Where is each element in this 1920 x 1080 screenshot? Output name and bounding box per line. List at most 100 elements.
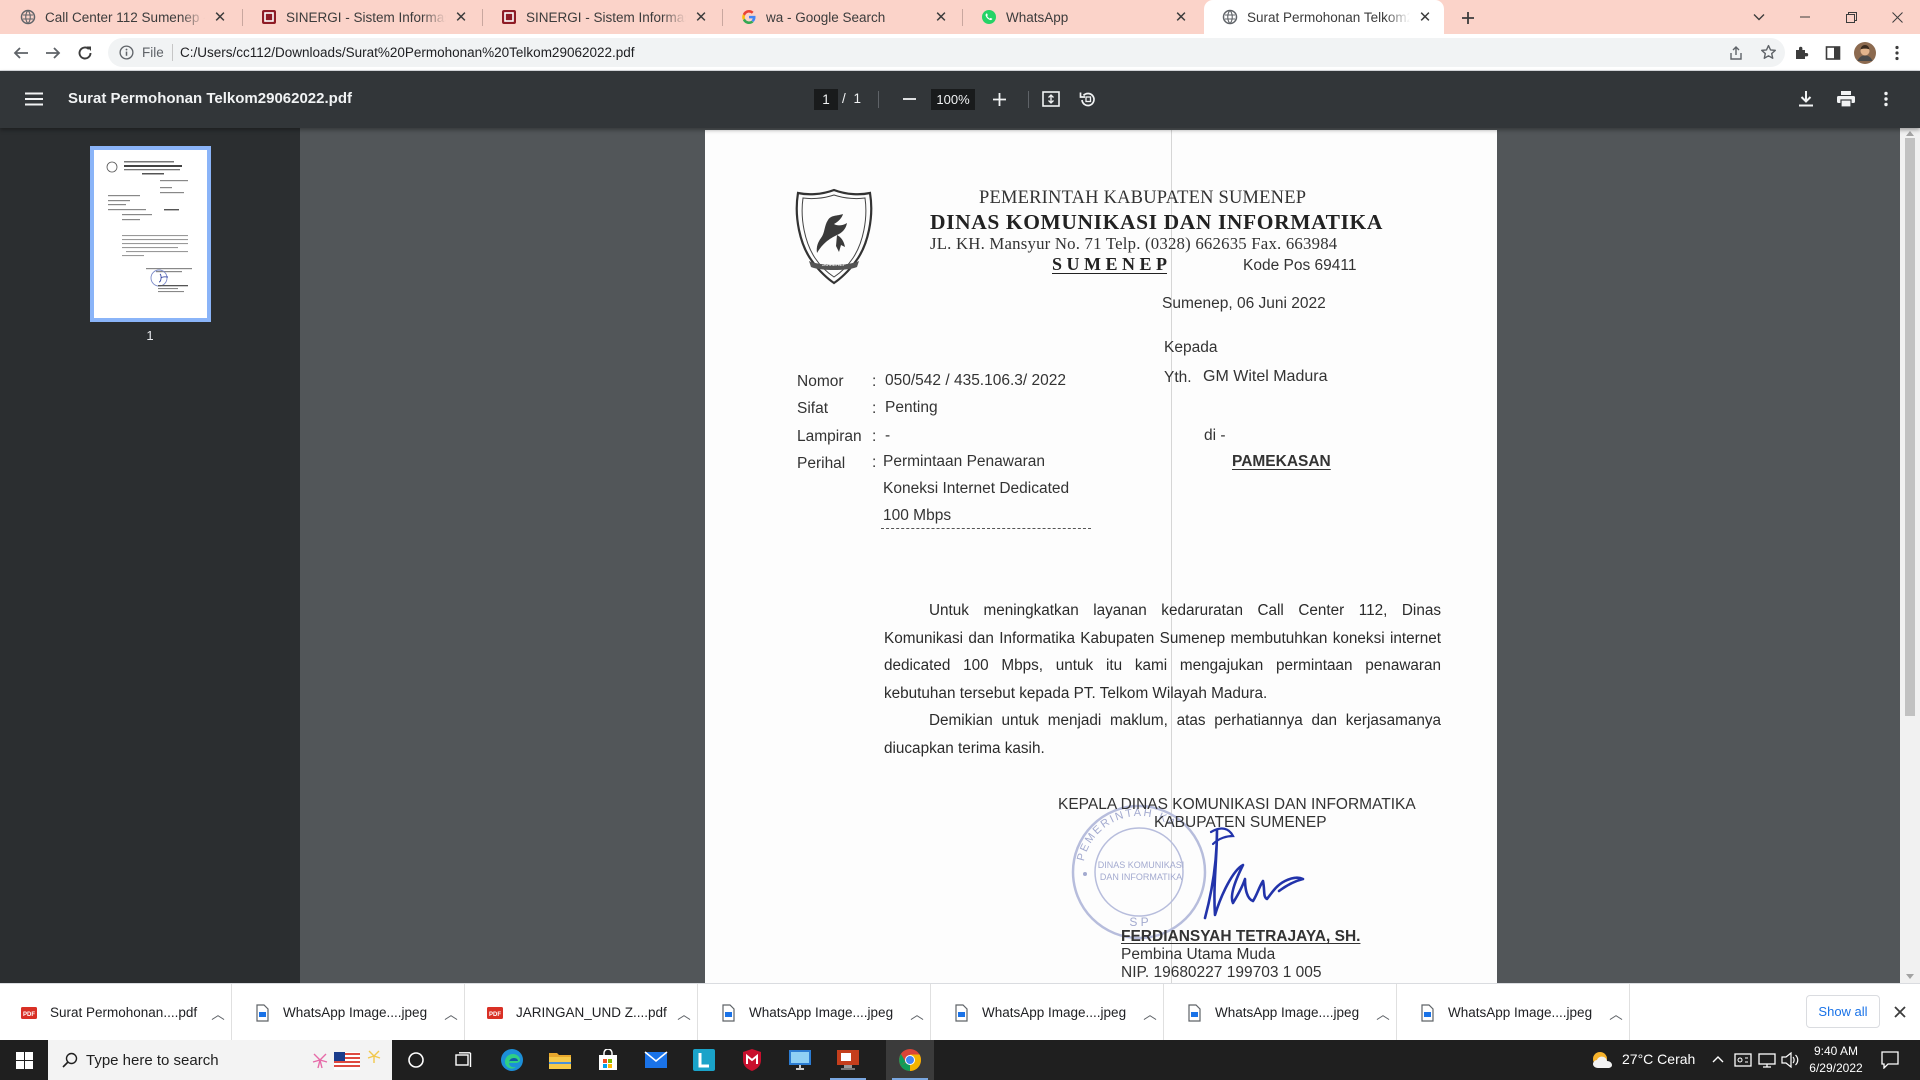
new-tab-button[interactable] [1455,5,1481,31]
download-item[interactable]: WhatsApp Image....jpeg ︿ [1165,984,1397,1041]
tab-google-search[interactable]: wa - Google Search ✕ [723,0,960,34]
scrollbar-thumb[interactable] [1905,138,1915,716]
tab-sinergi-1[interactable]: SINERGI - Sistem Informasi Kinerja ✕ [243,0,480,34]
download-button[interactable] [1790,83,1822,115]
reload-button[interactable] [72,40,98,66]
download-item[interactable]: WhatsApp Image....jpeg ︿ [699,984,931,1041]
chevron-up-icon[interactable]: ︿ [1603,1003,1629,1023]
tab-sinergi-2[interactable]: SINERGI - Sistem Informasi Kinerja ✕ [483,0,720,34]
chevron-up-icon[interactable]: ︿ [671,1003,697,1023]
tab-search-button[interactable] [1736,0,1782,34]
page-number-input[interactable]: 1 [814,89,838,110]
extensions-button[interactable] [1789,40,1815,66]
page-thumbnail[interactable] [90,146,211,322]
page-count: / 1 [842,91,862,106]
cortana-button[interactable] [392,1040,440,1080]
info-icon[interactable] [119,45,134,60]
zoom-level-input[interactable]: 100% [931,89,975,110]
zoom-out-button[interactable] [893,83,925,115]
taskbar-file-explorer[interactable] [536,1040,584,1080]
chevron-up-icon[interactable]: ︿ [205,1003,231,1023]
back-button[interactable] [8,40,34,66]
speaker-volume-icon[interactable] [1781,1052,1799,1068]
close-window-button[interactable] [1874,0,1920,34]
start-button[interactable] [0,1040,48,1080]
tab-pdf-active[interactable]: Surat Permohonan Telkom29062022.pdf ✕ [1204,0,1444,34]
network-icon[interactable] [1758,1052,1776,1068]
arrow-right-icon [46,47,61,59]
bookmark-star-icon[interactable] [1760,44,1777,61]
scroll-up-arrow-icon[interactable] [1906,131,1914,136]
rotate-icon [1079,92,1095,107]
minimize-button[interactable] [1782,0,1828,34]
close-tab-icon[interactable]: ✕ [1172,8,1190,26]
taskbar-clock[interactable]: 9:40 AM 6/29/2022 [1800,1043,1872,1077]
task-view-button[interactable] [440,1040,488,1080]
chevron-up-icon[interactable]: ︿ [1370,1003,1396,1023]
chrome-menu-button[interactable] [1884,40,1910,66]
touch-keyboard-icon[interactable] [1734,1052,1752,1068]
taskbar-mcafee[interactable] [728,1040,776,1080]
vertical-scrollbar[interactable] [1900,128,1920,983]
pdf-menu-button[interactable] [18,83,50,115]
plus-icon [992,92,1006,106]
download-item[interactable]: WhatsApp Image....jpeg ︿ [1398,984,1630,1041]
taskbar-remote-desktop[interactable] [776,1040,824,1080]
pdf-viewer-area[interactable]: SUMENEP PEMERINTAH KABUPATEN SUMENEP DIN… [300,128,1900,983]
download-item[interactable]: WhatsApp Image....jpeg ︿ [233,984,465,1041]
download-item[interactable]: WhatsApp Image....jpeg ︿ [932,984,1164,1041]
url-text[interactable]: C:/Users/cc112/Downloads/Surat%20Permoho… [180,45,635,60]
scroll-down-arrow-icon[interactable] [1906,974,1914,979]
letterhead-line2: DINAS KOMUNIKASI DAN INFORMATIKA [930,210,1383,234]
fit-page-icon [1042,91,1060,107]
show-all-downloads-button[interactable]: Show all [1806,995,1880,1028]
scheme-label: File [142,45,164,60]
svg-text:PDF: PDF [489,1012,501,1018]
plus-icon [1462,12,1474,24]
pdf-icon: PDF [487,1006,503,1019]
close-tab-icon[interactable]: ✕ [452,8,470,26]
download-filename: WhatsApp Image....jpeg [982,1005,1127,1020]
body-paragraph: Untuk meningkatkan layanan kedaruratan C… [884,602,1441,702]
taskbar-search-box[interactable]: Type here to search [48,1040,392,1080]
taskbar-powerpoint[interactable] [824,1040,872,1080]
notification-center-icon[interactable] [1881,1051,1899,1069]
download-item[interactable]: PDF JARINGAN_UND Z....pdf ︿ [466,984,698,1041]
taskbar-app-l[interactable] [680,1040,728,1080]
chevron-up-icon[interactable]: ︿ [1137,1003,1163,1023]
chevron-up-icon[interactable]: ︿ [438,1003,464,1023]
taskbar-store[interactable] [584,1040,632,1080]
tab-call-center[interactable]: Call Center 112 Sumenep - Darurat ✕ [2,0,239,34]
svg-text:PDF: PDF [23,1012,35,1018]
forward-button[interactable] [40,40,66,66]
close-tab-icon[interactable]: ✕ [692,8,710,26]
restore-button[interactable] [1828,0,1874,34]
pdf-more-button[interactable] [1870,83,1902,115]
download-filename: Surat Permohonan....pdf [50,1005,198,1020]
taskbar-chrome[interactable] [886,1040,934,1080]
profile-avatar-button[interactable] [1852,40,1878,66]
download-item[interactable]: PDF Surat Permohonan....pdf ︿ [0,984,232,1041]
print-button[interactable] [1830,83,1862,115]
image-file-icon [256,1003,269,1022]
rotate-button[interactable] [1072,83,1104,115]
close-downloads-bar-button[interactable] [1888,1000,1912,1024]
side-panel-button[interactable] [1820,40,1846,66]
side-panel-icon [1825,46,1841,60]
close-tab-icon[interactable]: ✕ [1416,8,1434,26]
weather-text[interactable]: 27°C Cerah [1622,1051,1695,1067]
tab-whatsapp[interactable]: WhatsApp ✕ [963,0,1200,34]
fit-to-page-button[interactable] [1035,83,1067,115]
chevron-up-icon[interactable] [1712,1055,1724,1063]
tab-title: SINERGI - Sistem Informasi Kinerja [286,9,446,25]
close-tab-icon[interactable]: ✕ [211,8,229,26]
weather-partly-sunny-icon[interactable] [1590,1050,1614,1070]
taskbar-mail[interactable] [632,1040,680,1080]
chevron-up-icon[interactable]: ︿ [904,1003,930,1023]
close-tab-icon[interactable]: ✕ [932,8,950,26]
letterhead-line1: PEMERINTAH KABUPATEN SUMENEP [979,188,1307,208]
taskbar-edge[interactable] [488,1040,536,1080]
share-icon[interactable] [1728,45,1744,61]
zoom-in-button[interactable] [983,83,1015,115]
address-bar[interactable]: File C:/Users/cc112/Downloads/Surat%20Pe… [108,38,1785,67]
